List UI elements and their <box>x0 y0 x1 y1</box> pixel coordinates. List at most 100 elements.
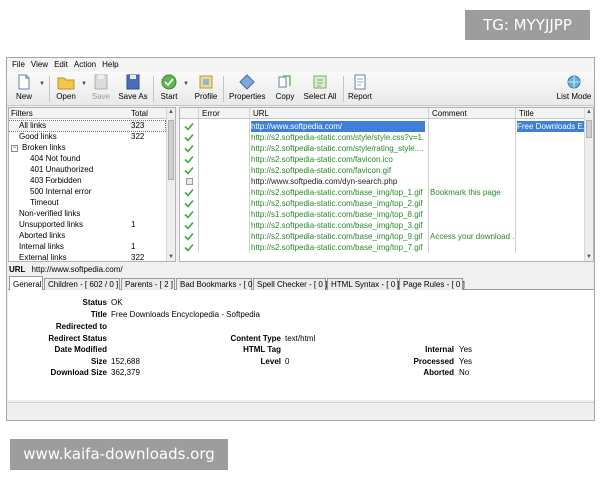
profile-label: Profile <box>194 92 218 101</box>
filter-401[interactable]: 401 Unauthorized <box>9 165 165 175</box>
url-column-header[interactable]: URL <box>253 109 269 118</box>
menu-file[interactable]: File <box>9 58 28 72</box>
save-button[interactable]: Save <box>89 74 113 104</box>
report-button[interactable]: Report <box>347 74 373 104</box>
scroll-thumb[interactable] <box>586 120 592 138</box>
menu-edit[interactable]: Edit <box>51 58 71 72</box>
url-cell: http://s2.softpedia-static.com/favicon.g… <box>251 166 392 175</box>
filter-403[interactable]: 403 Forbidden <box>9 176 165 186</box>
collapse-toggle-icon[interactable]: − <box>11 145 18 152</box>
save-as-button[interactable]: Save As <box>117 74 149 104</box>
scroll-down-arrow-icon[interactable]: ▼ <box>168 254 174 260</box>
filter-unsupported[interactable]: Unsupported links 1 <box>9 220 165 230</box>
filter-404[interactable]: 404 Not found <box>9 154 165 164</box>
filter-broken-links[interactable]: − Broken links <box>9 143 165 153</box>
filter-timeout[interactable]: Timeout <box>9 198 165 208</box>
save-disk-icon <box>94 74 108 90</box>
status-label: Status <box>82 298 107 307</box>
url-table-row[interactable]: http://s2.softpedia-static.com/base_img/… <box>180 220 585 231</box>
list-mode-button[interactable]: List Mode <box>556 74 592 104</box>
url-bar-value[interactable]: http://www.softpedia.com/ <box>31 265 122 274</box>
scroll-thumb[interactable] <box>168 120 174 180</box>
url-cell: http://s2.softpedia-static.com/base_img/… <box>251 199 423 208</box>
tab-general[interactable]: General <box>9 276 43 291</box>
start-button[interactable]: Start <box>157 74 181 104</box>
green-check-icon <box>184 199 194 208</box>
start-dropdown-arrow[interactable]: ▼ <box>183 81 189 87</box>
tab-spell-checker[interactable]: Spell Checker - [ 0 ] <box>253 278 327 290</box>
menu-action[interactable]: Action <box>71 58 99 72</box>
scroll-up-arrow-icon[interactable]: ▲ <box>586 109 592 115</box>
url-table-row[interactable]: http://s2.softpedia-static.com/favicon.i… <box>180 154 585 165</box>
url-table-row[interactable]: http://s2.softpedia-static.com/base_img/… <box>180 187 585 198</box>
green-check-icon <box>184 210 194 219</box>
error-column-header[interactable]: Error <box>202 109 220 118</box>
url-table-row[interactable]: http://s2.softpedia-static.com/base_img/… <box>180 198 585 209</box>
url-table-row[interactable]: http://www.softpedia.com/dyn-search.php <box>180 176 585 187</box>
filter-external[interactable]: External links 322 <box>9 253 165 261</box>
filter-500[interactable]: 500 Internal error <box>9 187 165 197</box>
download-size-label: Download Size <box>50 368 107 377</box>
url-cell: http://s2.softpedia-static.com/style/rat… <box>251 144 424 153</box>
tab-children[interactable]: Children - [ 602 / 0 ] <box>44 278 120 290</box>
green-check-icon <box>184 155 194 164</box>
url-list-scrollbar[interactable]: ▲ ▼ <box>584 108 593 261</box>
total-column-header[interactable]: Total <box>131 109 148 118</box>
new-button[interactable]: New <box>11 74 37 104</box>
green-check-icon <box>184 232 194 241</box>
url-table-row[interactable]: http://s2.softpedia-static.com/style/sty… <box>180 132 585 143</box>
select-all-button[interactable]: Select All <box>303 74 337 104</box>
filter-label: Timeout <box>30 198 59 207</box>
copy-label: Copy <box>275 92 295 101</box>
filter-label: 500 Internal error <box>30 187 92 196</box>
url-cell: http://s2.softpedia-static.com/favicon.i… <box>251 155 393 164</box>
open-dropdown-arrow[interactable]: ▼ <box>81 81 87 87</box>
url-cell: http://s2.softpedia-static.com/base_img/… <box>251 221 423 230</box>
tab-html-syntax[interactable]: HTML Syntax - [ 0 ] <box>327 278 400 290</box>
folder-icon <box>57 77 75 90</box>
tab-page-rules[interactable]: Page Rules - [ 0 ] <box>399 278 465 290</box>
toolbar-separator <box>343 76 344 102</box>
properties-button[interactable]: Properties <box>229 74 265 104</box>
url-table-row[interactable]: http://www.softpedia.com/Free Downloads … <box>180 121 587 132</box>
tab-bad-bookmarks[interactable]: Bad Bookmarks - [ 0 ] <box>176 278 257 290</box>
filter-label: All links <box>19 121 47 130</box>
filter-non-verified[interactable]: Non-verified links <box>9 209 165 219</box>
url-table-row[interactable]: http://s2.softpedia-static.com/favicon.g… <box>180 165 585 176</box>
open-button[interactable]: Open <box>53 74 79 104</box>
filter-label: Unsupported links <box>19 220 84 229</box>
filters-column-header[interactable]: Filters <box>11 109 33 118</box>
level-label: Level <box>260 357 281 366</box>
filters-scrollbar[interactable]: ▲ ▼ <box>166 108 175 261</box>
menu-view[interactable]: View <box>28 58 51 72</box>
list-mode-label: List Mode <box>556 92 592 101</box>
scroll-down-arrow-icon[interactable]: ▼ <box>586 254 592 260</box>
filter-good-links[interactable]: Good links 322 <box>9 132 165 142</box>
filter-internal[interactable]: Internal links 1 <box>9 242 165 252</box>
filter-count: 1 <box>131 220 136 229</box>
date-modified-label: Date Modified <box>54 345 107 354</box>
green-check-icon <box>184 221 194 230</box>
report-icon <box>354 74 366 90</box>
url-cell: http://s2.softpedia-static.com/base_img/… <box>251 188 423 197</box>
new-dropdown-arrow[interactable]: ▼ <box>39 81 45 87</box>
url-table-row[interactable]: http://s2.softpedia-static.com/base_img/… <box>180 242 585 253</box>
list-mode-globe-icon <box>567 75 581 89</box>
copy-button[interactable]: Copy <box>273 74 297 104</box>
tab-parents[interactable]: Parents - [ 2 ] <box>121 278 175 290</box>
filter-label: Non-verified links <box>19 209 81 218</box>
menu-help[interactable]: Help <box>99 58 121 72</box>
url-table-row[interactable]: http://s2.softpedia-static.com/style/rat… <box>180 143 585 154</box>
filter-aborted[interactable]: Aborted links <box>9 231 165 241</box>
url-table-row[interactable]: http://s1.softpedia-static.com/base_img/… <box>180 209 585 220</box>
title-value: Free Downloads Encyclopedia - Softpedia <box>111 310 260 319</box>
comment-column-header[interactable]: Comment <box>432 109 467 118</box>
filter-label: Internal links <box>19 242 64 251</box>
filter-count: 322 <box>131 132 145 141</box>
url-cell: http://www.softpedia.com/dyn-search.php <box>251 177 398 186</box>
profile-button[interactable]: Profile <box>193 74 219 104</box>
scroll-up-arrow-icon[interactable]: ▲ <box>168 109 174 115</box>
title-column-header[interactable]: Title <box>519 109 534 118</box>
filter-all-links[interactable]: All links 323 <box>9 120 166 132</box>
url-table-row[interactable]: http://s2.softpedia-static.com/base_img/… <box>180 231 585 242</box>
